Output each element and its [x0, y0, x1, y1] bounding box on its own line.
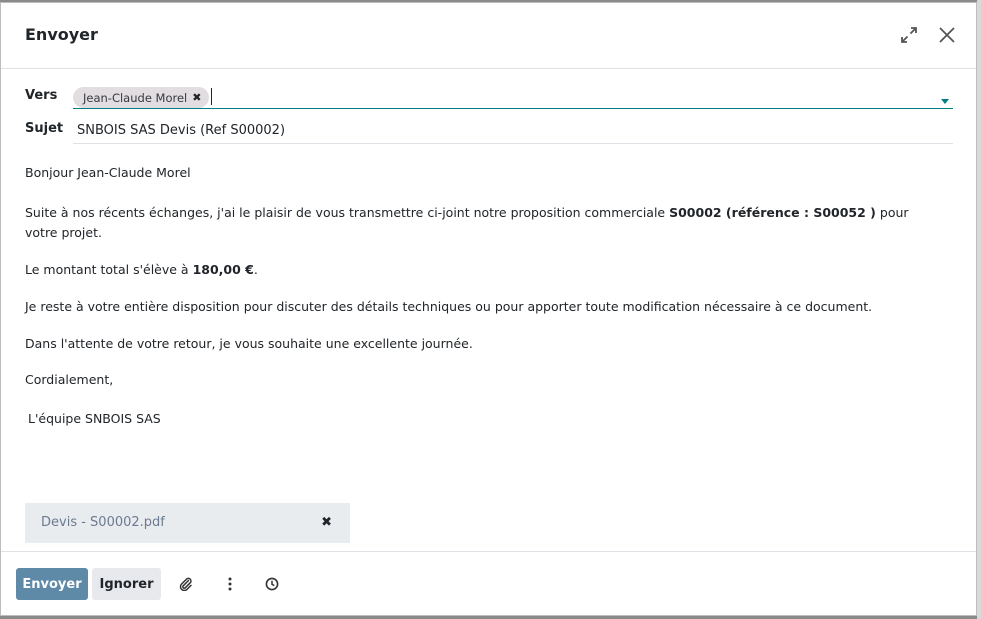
times-icon[interactable]: ✖	[192, 91, 201, 104]
more-options-button[interactable]	[220, 574, 240, 594]
send-dialog: Envoyer Vers Jean-Claude Morel ✖ Sujet B…	[0, 2, 977, 616]
clock-icon	[265, 577, 279, 591]
caret-down-icon[interactable]	[941, 99, 949, 104]
text-caret	[211, 88, 212, 105]
times-icon[interactable]: ✖	[321, 515, 332, 530]
paperclip-icon	[179, 577, 192, 591]
body-signature: L'équipe SNBOIS SAS	[28, 411, 161, 426]
to-label: Vers	[25, 88, 58, 103]
dialog-title: Envoyer	[25, 25, 98, 44]
body-intro: Suite à nos récents échanges, j'ai le pl…	[25, 203, 925, 243]
send-button[interactable]: Envoyer	[16, 568, 88, 600]
intro-reference: S00002 (référence : S00052 )	[669, 205, 876, 220]
body-regards: Cordialement,	[25, 372, 114, 387]
recipient-tag: Jean-Claude Morel ✖	[73, 87, 210, 108]
close-icon	[939, 27, 955, 43]
dialog-header: Envoyer	[1, 3, 976, 69]
expand-icon	[901, 27, 917, 43]
vertical-ellipsis-icon	[228, 577, 232, 591]
focus-underline	[73, 108, 953, 109]
body-amount: Le montant total s'élève à 180,00 €.	[25, 260, 258, 280]
intro-text: Suite à nos récents échanges, j'ai le pl…	[25, 205, 670, 220]
body-availability: Je reste à votre entière disposition pou…	[25, 299, 873, 314]
attachment-link[interactable]: Devis - S00002.pdf	[41, 515, 165, 530]
amount-text: Le montant total s'élève à	[25, 262, 193, 277]
amount-suffix: .	[253, 262, 258, 277]
subject-field	[73, 119, 953, 144]
attach-button[interactable]	[176, 574, 196, 594]
body-greeting: Bonjour Jean-Claude Morel	[25, 165, 191, 180]
body-closing-wish: Dans l'attente de votre retour, je vous …	[25, 336, 473, 351]
expand-button[interactable]	[897, 23, 921, 47]
backdrop	[977, 0, 981, 619]
subject-label: Sujet	[25, 121, 64, 136]
dialog-footer: Envoyer Ignorer	[1, 551, 976, 615]
amount-value: 180,00 €	[192, 262, 254, 277]
recipients-input[interactable]: Jean-Claude Morel ✖	[73, 85, 953, 109]
discard-button[interactable]: Ignorer	[92, 568, 161, 600]
attachment-card: Devis - S00002.pdf ✖	[25, 503, 350, 543]
subject-input[interactable]	[73, 119, 937, 142]
recipient-tag-label: Jean-Claude Morel	[83, 90, 188, 105]
schedule-button[interactable]	[262, 574, 282, 594]
close-button[interactable]	[935, 23, 959, 47]
